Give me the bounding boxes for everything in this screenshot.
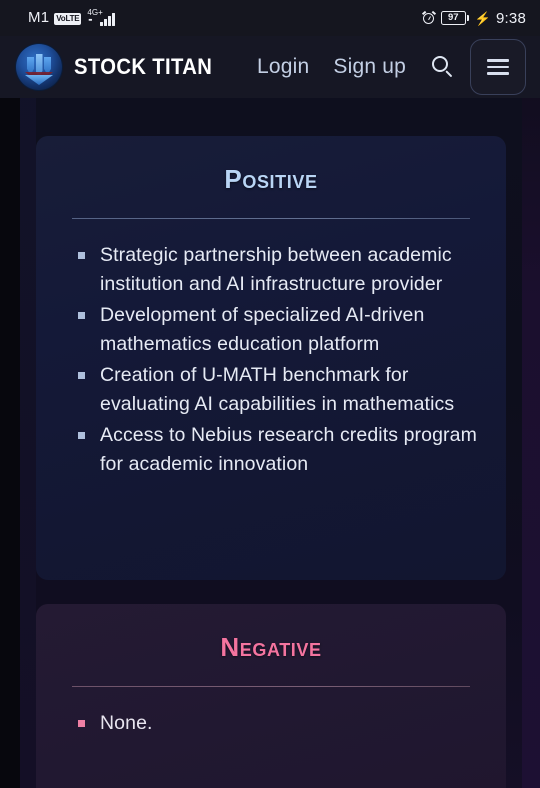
positive-card-title: Positive bbox=[224, 164, 318, 194]
login-link[interactable]: Login bbox=[245, 55, 321, 79]
list-item: Access to Nebius research credits progra… bbox=[78, 421, 478, 479]
battery-percent-label: 97 bbox=[448, 12, 459, 24]
list-item: Development of specialized AI-driven mat… bbox=[78, 301, 478, 359]
brand-home-link[interactable]: STOCK TITAN bbox=[16, 44, 224, 90]
left-edge-strip bbox=[0, 0, 20, 788]
site-header: STOCK TITAN Login Sign up bbox=[0, 36, 540, 98]
header-actions: Login Sign up bbox=[245, 39, 526, 95]
negative-card-title: Negative bbox=[220, 632, 322, 662]
signup-link[interactable]: Sign up bbox=[321, 55, 418, 79]
right-edge-strip bbox=[522, 0, 540, 788]
search-icon bbox=[432, 56, 454, 78]
hamburger-menu-icon bbox=[487, 59, 509, 62]
status-bar-right: 97 ⚡ 9:38 bbox=[421, 9, 526, 27]
positive-card-divider bbox=[72, 218, 470, 219]
carrier-label: M1 bbox=[28, 9, 50, 26]
page-content: Positive Strategic partnership between a… bbox=[20, 98, 522, 788]
clock-label: 9:38 bbox=[496, 9, 526, 27]
phone-screen: M1 VoLTE 4G+ ▪▪ 97 ⚡ 9:38 STOCK TITAN Lo… bbox=[0, 0, 540, 788]
status-bar-left: M1 VoLTE 4G+ ▪▪ bbox=[28, 8, 115, 26]
brand-name-label: STOCK TITAN bbox=[74, 54, 213, 79]
negative-card: Negative None. bbox=[36, 604, 506, 788]
network-type-label: 4G+ bbox=[87, 8, 103, 17]
network-activity-dots: ▪▪ bbox=[88, 17, 92, 24]
network-type-indicator: 4G+ ▪▪ bbox=[87, 8, 115, 26]
negative-bullet-list: None. bbox=[78, 709, 478, 738]
hamburger-menu-button[interactable] bbox=[470, 39, 526, 95]
battery-icon: 97 bbox=[440, 11, 469, 25]
alarm-icon bbox=[421, 10, 436, 25]
list-item: Strategic partnership between academic i… bbox=[78, 241, 478, 299]
status-bar: M1 VoLTE 4G+ ▪▪ 97 ⚡ 9:38 bbox=[0, 0, 540, 36]
search-button[interactable] bbox=[422, 46, 464, 88]
stock-titan-logo-icon bbox=[16, 44, 62, 90]
list-item: Creation of U-MATH benchmark for evaluat… bbox=[78, 361, 478, 419]
negative-card-divider bbox=[72, 686, 470, 687]
list-item: None. bbox=[78, 709, 478, 738]
volte-badge: VoLTE bbox=[54, 13, 82, 25]
charging-bolt-icon: ⚡ bbox=[474, 10, 491, 26]
positive-bullet-list: Strategic partnership between academic i… bbox=[78, 241, 478, 479]
positive-card: Positive Strategic partnership between a… bbox=[36, 136, 506, 580]
